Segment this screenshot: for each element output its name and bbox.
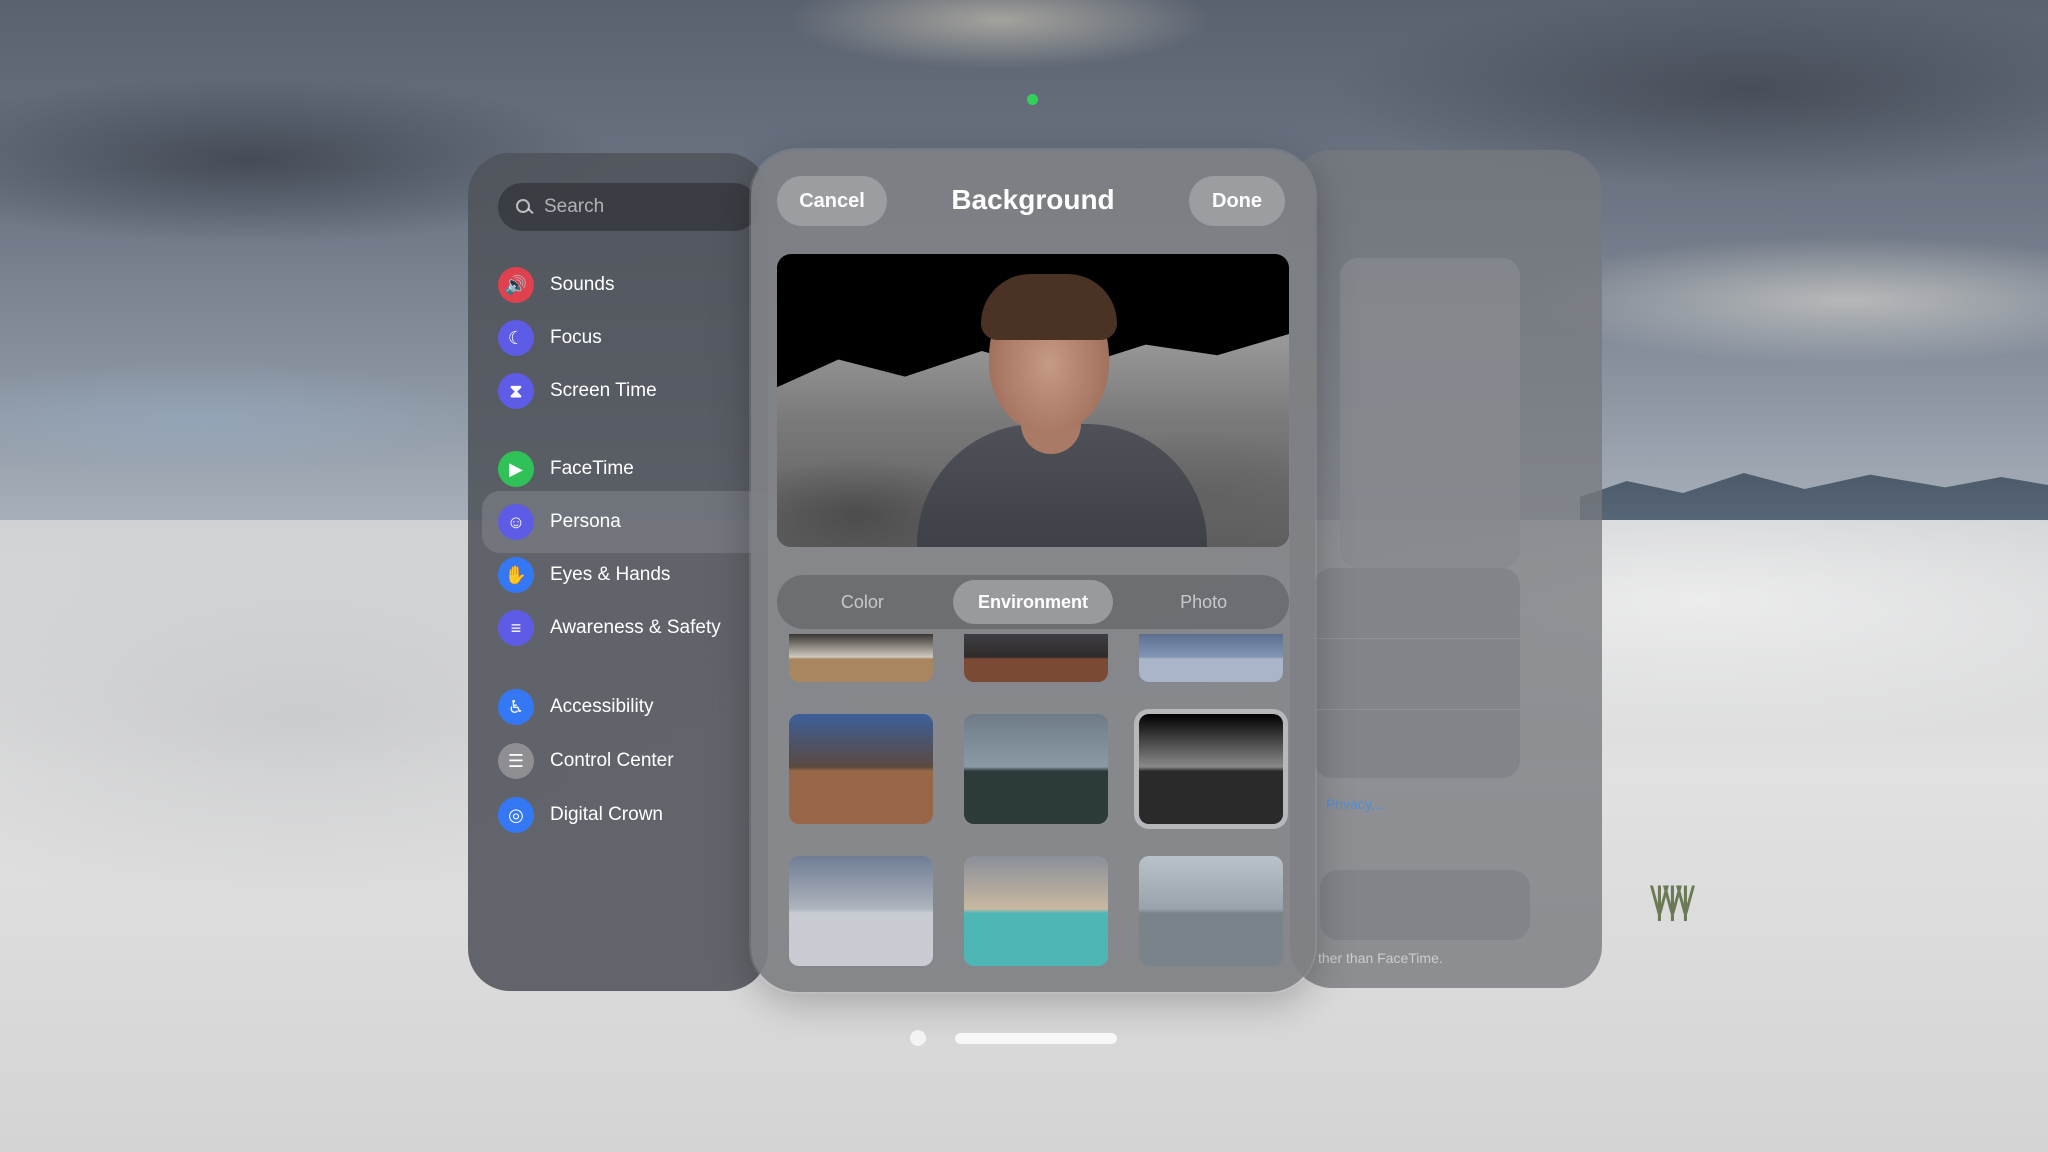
background-window-card	[1320, 870, 1530, 940]
sidebar-item-accessibility[interactable]: ♿ Accessibility	[482, 676, 768, 738]
environment-thumbnail-haleakala[interactable]	[964, 856, 1108, 966]
sidebar-item-label: FaceTime	[550, 458, 634, 479]
hand-icon: ✋	[498, 557, 534, 593]
list-item	[1314, 710, 1520, 778]
environment-thumbnail-white-sands[interactable]	[789, 856, 933, 966]
background-type-selector: Color Environment Photo	[777, 575, 1289, 629]
window-grabber-bar[interactable]	[955, 1033, 1117, 1044]
persona-icon: ☺	[498, 504, 534, 540]
window-grabber-dot[interactable]	[910, 1030, 926, 1046]
background-window-panel	[1340, 258, 1520, 568]
background-picker-sheet: Cancel Background Done Color Environment…	[751, 150, 1315, 992]
sidebar-item-label: Sounds	[550, 274, 615, 295]
search-icon	[516, 199, 532, 215]
accessibility-icon: ♿	[498, 689, 534, 725]
done-button[interactable]: Done	[1189, 176, 1285, 226]
tab-environment[interactable]: Environment	[952, 580, 1114, 624]
toggles-icon: ☰	[498, 743, 534, 779]
sidebar-item-screen-time[interactable]: ⧗ Screen Time	[482, 360, 768, 422]
settings-window: Search 🔊 Sounds ☾ Focus ⧗ Screen Time ▶ FaceTim…	[468, 153, 768, 991]
list-item	[1314, 639, 1520, 710]
environment-thumbnail-foggy-lake[interactable]	[1139, 856, 1283, 966]
sidebar-item-label: Focus	[550, 327, 602, 348]
speaker-icon: 🔊	[498, 267, 534, 303]
environment-thumbnail-joshua-tree[interactable]	[789, 714, 933, 824]
environment-thumbnail-room-interior[interactable]	[789, 634, 933, 682]
video-camera-icon: ▶	[498, 451, 534, 487]
list-item	[1314, 568, 1520, 639]
environment-thumbnail-canyon-dusk[interactable]	[964, 634, 1108, 682]
awareness-icon: ≡	[498, 610, 534, 646]
sidebar-item-control-center[interactable]: ☰ Control Center	[482, 730, 768, 792]
sidebar-item-label: Eyes & Hands	[550, 564, 671, 585]
tab-color[interactable]: Color	[782, 580, 943, 624]
search-placeholder: Search	[544, 196, 605, 217]
sidebar-item-awareness-safety[interactable]: ≡ Awareness & Safety	[482, 597, 768, 659]
sidebar-item-digital-crown[interactable]: ◎ Digital Crown	[482, 784, 768, 846]
sidebar-item-label: Awareness & Safety	[550, 617, 721, 638]
moon-icon: ☾	[498, 320, 534, 356]
environment-thumbnail-mount-hood[interactable]	[964, 714, 1108, 824]
sidebar-item-label: Persona	[550, 511, 621, 532]
desert-grass: \|/\|/\|/	[1650, 880, 1695, 922]
background-window-list	[1314, 568, 1520, 778]
digital-crown-icon: ◎	[498, 797, 534, 833]
persona-hair	[981, 274, 1117, 340]
sidebar-item-label: Accessibility	[550, 696, 654, 717]
hourglass-icon: ⧗	[498, 373, 534, 409]
sidebar-item-label: Control Center	[550, 750, 674, 771]
environment-thumbnail-winter-lake[interactable]	[1139, 634, 1283, 682]
background-window: Privacy... ther than FaceTime.	[1290, 150, 1602, 988]
search-field[interactable]: Search	[498, 183, 758, 231]
status-indicator-dot	[1027, 94, 1038, 105]
sidebar-item-label: Screen Time	[550, 380, 657, 401]
sidebar-item-label: Digital Crown	[550, 804, 663, 825]
background-window-footer: ther than FaceTime.	[1318, 950, 1443, 966]
tab-photo[interactable]: Photo	[1123, 580, 1284, 624]
privacy-link[interactable]: Privacy...	[1326, 796, 1383, 812]
environment-thumbnail-moon[interactable]	[1139, 714, 1283, 824]
persona-preview	[777, 254, 1289, 547]
